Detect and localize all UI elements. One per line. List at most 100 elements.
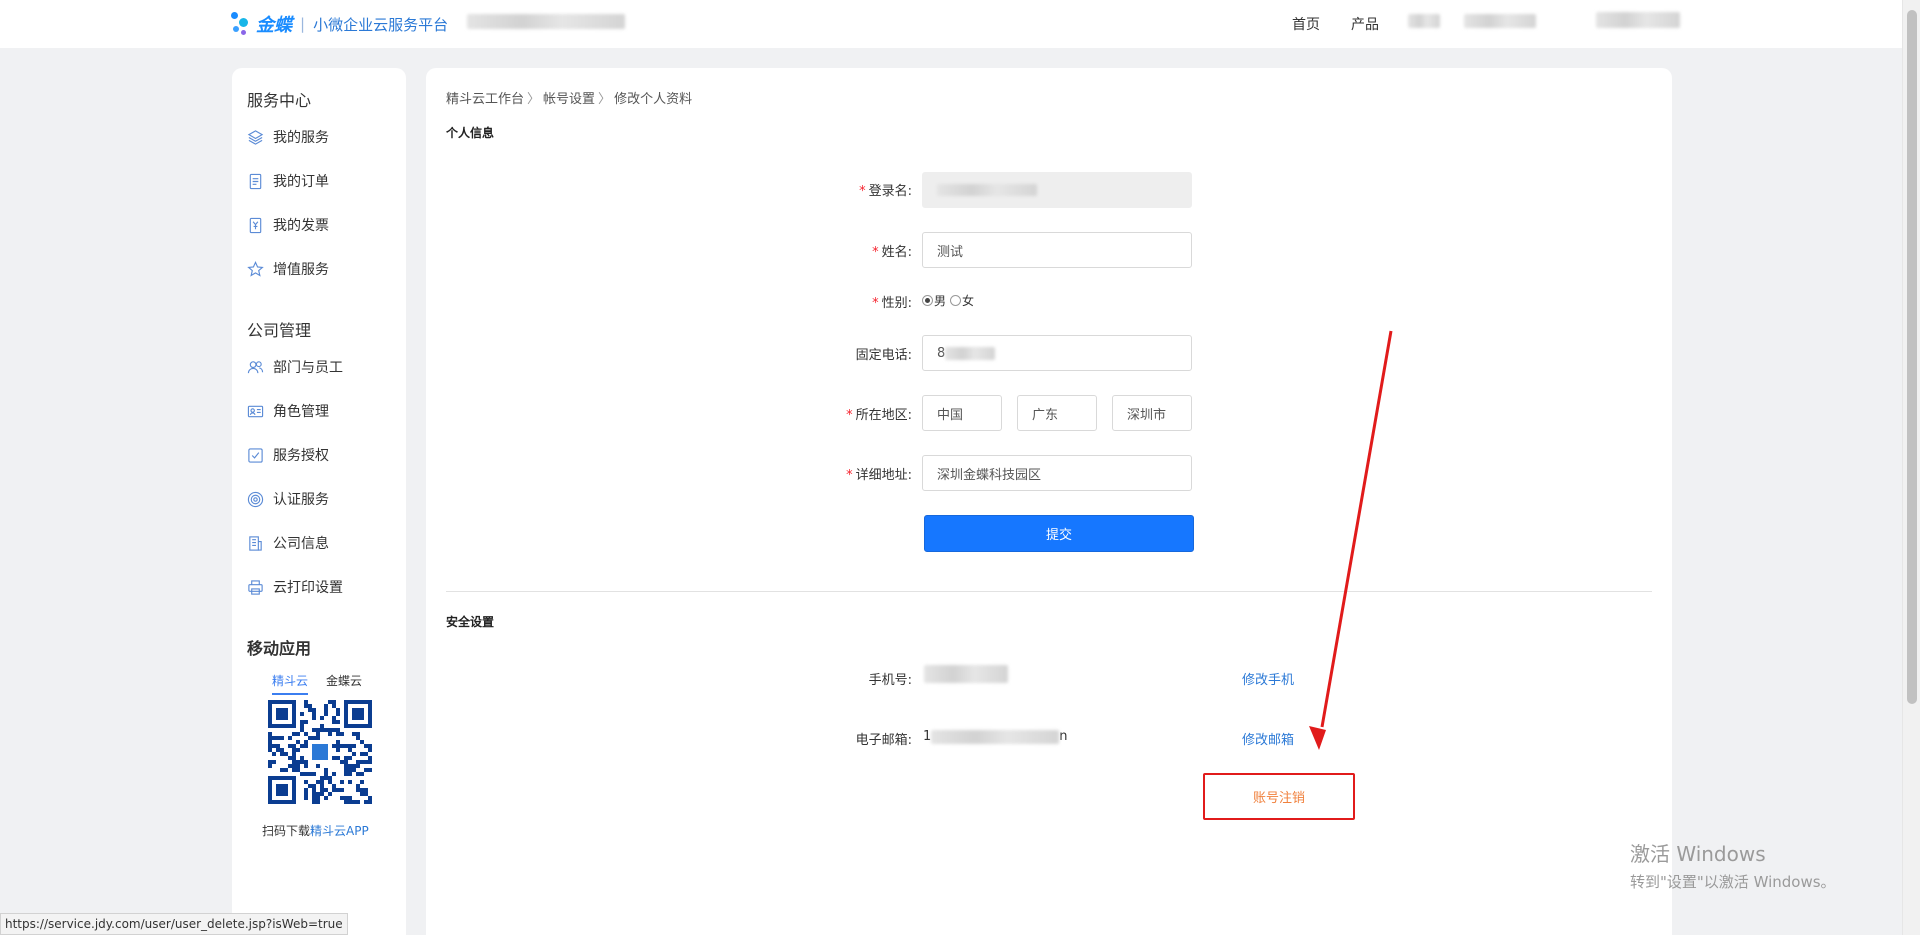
tab-jingdouyun[interactable]: 精斗云 — [272, 672, 309, 695]
redacted-nav-item[interactable] — [1464, 14, 1536, 28]
redacted-user-menu[interactable] — [1596, 12, 1680, 28]
address-input[interactable]: 深圳金蝶科技园区 — [922, 455, 1192, 491]
sidebar-item-certification[interactable]: 认证服务 — [247, 487, 329, 511]
required-mark: * — [846, 408, 853, 423]
gender-label: * 性别: — [752, 292, 912, 311]
sidebar-item-label: 认证服务 — [273, 492, 329, 508]
sidebar: 服务中心 我的服务 我的订单 我的发票 增值服务 公司管理 部门与员工 角色管理… — [232, 68, 406, 935]
users-icon — [247, 360, 264, 373]
section-divider — [446, 591, 1652, 592]
gender-option-male-label: 男 — [934, 294, 947, 308]
login-name-label: * 登录名: — [752, 180, 912, 199]
breadcrumb-separator-icon: 〉 — [598, 92, 612, 107]
sidebar-item-cloud-print[interactable]: 云打印设置 — [247, 575, 343, 599]
change-mobile-link[interactable]: 修改手机 — [1242, 669, 1294, 688]
checkbox-icon — [248, 447, 263, 463]
breadcrumb: 精斗云工作台〉帐号设置〉修改个人资料 — [446, 88, 692, 107]
sidebar-item-my-invoices[interactable]: 我的发票 — [247, 213, 329, 237]
mobile-label: 手机号: — [868, 673, 912, 688]
sidebar-item-my-services[interactable]: 我的服务 — [247, 125, 329, 149]
nav-home[interactable]: 首页 — [1292, 14, 1320, 34]
landline-visible-digit: 8 — [937, 345, 946, 361]
sidebar-item-company-info[interactable]: 公司信息 — [247, 531, 329, 555]
sidebar-item-label: 我的服务 — [273, 130, 329, 146]
nav-products[interactable]: 产品 — [1351, 14, 1379, 34]
redacted-nav-item[interactable] — [1408, 14, 1440, 28]
redacted-mobile — [924, 665, 1008, 683]
required-mark: * — [846, 468, 853, 483]
change-email-link[interactable]: 修改邮箱 — [1242, 729, 1294, 748]
gender-option-female-label: 女 — [962, 294, 975, 308]
landline-label: 固定电话: — [855, 348, 912, 363]
radio-checked-icon — [922, 295, 933, 306]
main-panel: 精斗云工作台〉帐号设置〉修改个人资料 个人信息 * 登录名: * 姓名: 测试 * 性… — [426, 68, 1672, 935]
email-visible-prefix: 1 — [923, 729, 932, 744]
email-label: 电子邮箱: — [855, 733, 912, 748]
tab-kingdee-cloud[interactable]: 金蝶云 — [326, 672, 362, 695]
gender-radio-group: 男女 — [922, 292, 974, 309]
breadcrumb-separator-icon: 〉 — [527, 92, 541, 107]
watermark-subtitle: 转到"设置"以激活 Windows。 — [1630, 873, 1836, 891]
sidebar-item-my-orders[interactable]: 我的订单 — [247, 169, 329, 193]
sidebar-item-label: 服务授权 — [273, 448, 329, 464]
region-city-select[interactable]: 深圳市 — [1112, 395, 1192, 431]
submit-button[interactable]: 提交 — [924, 515, 1194, 552]
breadcrumb-workbench[interactable]: 精斗云工作台 — [446, 92, 524, 107]
logo-separator: | — [300, 15, 306, 33]
sidebar-item-departments[interactable]: 部门与员工 — [247, 355, 343, 379]
watermark-title: 激活 Windows — [1630, 842, 1766, 866]
sidebar-item-authorization[interactable]: 服务授权 — [247, 443, 329, 467]
sidebar-item-label: 公司信息 — [273, 536, 329, 552]
sidebar-item-roles[interactable]: 角色管理 — [247, 399, 329, 423]
star-icon — [247, 260, 264, 277]
redacted-header-text — [467, 14, 625, 29]
breadcrumb-current: 修改个人资料 — [614, 92, 693, 107]
region-label: * 所在地区: — [752, 404, 912, 423]
name-label-text: 姓名: — [881, 245, 912, 260]
email-value: 1 n — [923, 729, 1068, 744]
region-label-text: 所在地区: — [855, 408, 912, 423]
link-status-bar: https://service.jdy.com/user/user_delete… — [0, 913, 348, 935]
section-title-security: 安全设置 — [446, 615, 495, 629]
target-icon — [247, 491, 264, 507]
login-name-field — [922, 172, 1192, 208]
scrollbar-thumb[interactable] — [1907, 10, 1917, 704]
email-visible-suffix: n — [1059, 729, 1068, 744]
annotation-highlight-box: 账号注销 — [1203, 773, 1355, 820]
breadcrumb-account-settings[interactable]: 帐号设置 — [543, 92, 595, 107]
invoice-icon — [249, 217, 262, 233]
sidebar-item-value-added[interactable]: 增值服务 — [247, 257, 329, 281]
sidebar-item-label: 角色管理 — [273, 404, 329, 420]
radio-unchecked-icon — [950, 295, 962, 306]
name-label: * 姓名: — [752, 241, 912, 260]
name-input[interactable]: 测试 — [922, 232, 1192, 268]
building-icon — [249, 535, 262, 551]
landline-input[interactable]: 8 — [922, 335, 1192, 371]
qr-code-image — [268, 700, 372, 804]
logo-brand: 金蝶 — [256, 15, 292, 36]
required-mark: * — [872, 245, 879, 260]
redacted-landline — [945, 346, 996, 360]
account-cancellation-link[interactable]: 账号注销 — [1253, 787, 1305, 806]
logo[interactable]: 金蝶 | 小微企业云服务平台 — [230, 8, 448, 40]
sidebar-item-label: 部门与员工 — [273, 360, 343, 376]
mobile-app-tabs: 精斗云 金蝶云 — [272, 672, 362, 695]
region-province-select[interactable]: 广东 — [1017, 395, 1097, 431]
qr-caption: 扫码下载精斗云APP — [262, 822, 369, 839]
qr-caption-app-link[interactable]: 精斗云APP — [310, 824, 369, 838]
sidebar-item-label: 我的订单 — [273, 174, 329, 190]
page-scrollbar[interactable] — [1902, 0, 1920, 935]
sidebar-title-company: 公司管理 — [247, 321, 312, 340]
required-mark: * — [859, 184, 866, 199]
document-icon — [249, 173, 262, 189]
gender-option-male[interactable]: 男 — [922, 294, 946, 308]
printer-icon — [248, 579, 263, 595]
sidebar-item-label: 我的发票 — [273, 218, 329, 234]
region-country-select[interactable]: 中国 — [922, 395, 1002, 431]
address-label-text: 详细地址: — [855, 468, 912, 483]
address-label: * 详细地址: — [752, 464, 912, 483]
logo-mark-icon — [230, 9, 254, 39]
layers-icon — [247, 129, 264, 145]
redacted-email — [931, 729, 1060, 744]
gender-option-female[interactable]: 女 — [950, 294, 974, 308]
